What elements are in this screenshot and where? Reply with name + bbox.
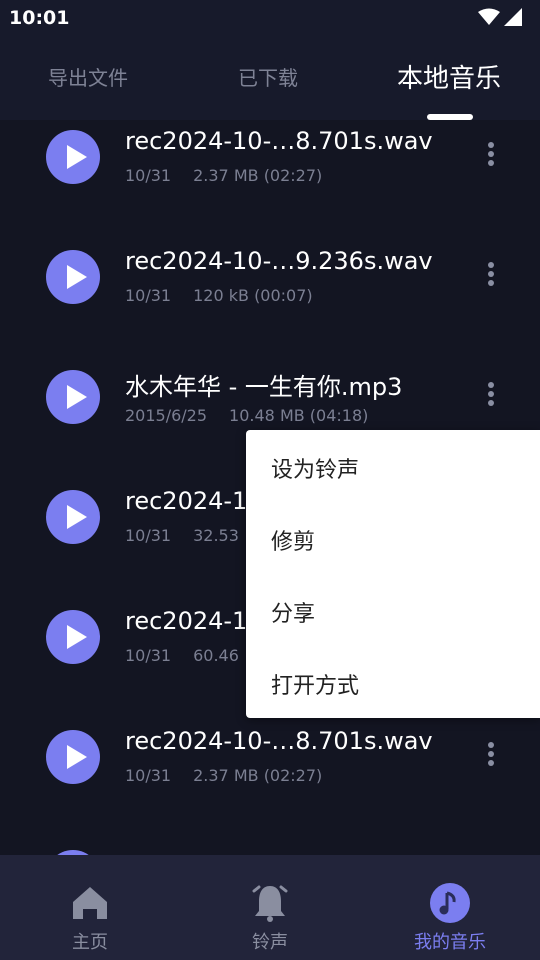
item-meta: 10/31 32.53 xyxy=(125,526,239,545)
item-info: 120 kB (00:07) xyxy=(193,286,313,305)
item-meta: 10/31 2.37 MB (02:27) xyxy=(125,766,322,785)
status-time: 10:01 xyxy=(9,7,70,29)
list-item[interactable]: rec2024-10-…8.701s.wav 10/31 2.37 MB (02:… xyxy=(0,120,540,237)
item-info: 2.37 MB (02:27) xyxy=(193,766,323,785)
item-meta: 10/31 60.46 xyxy=(125,646,239,665)
item-info: 2.37 MB (02:27) xyxy=(193,166,323,185)
system-icons xyxy=(478,8,522,26)
item-date: 10/31 xyxy=(125,766,172,785)
nav-my-music[interactable]: 我的音乐 xyxy=(360,855,540,960)
item-date: 10/31 xyxy=(125,166,172,185)
item-title: rec2024-10-…9.236s.wav xyxy=(125,247,433,275)
item-info: 60.46 xyxy=(193,646,239,665)
play-icon[interactable] xyxy=(46,130,100,184)
item-info: 10.48 MB (04:18) xyxy=(229,406,369,425)
music-note-icon xyxy=(430,883,470,923)
cellular-signal-icon xyxy=(504,8,522,26)
item-meta: 10/31 120 kB (00:07) xyxy=(125,286,313,305)
menu-item-set-ringtone[interactable]: 设为铃声 xyxy=(271,452,359,484)
tab-downloaded[interactable]: 已下载 xyxy=(238,62,298,91)
item-title: 水木年华 - 一生有你.mp3 xyxy=(125,373,403,401)
tab-export-files[interactable]: 导出文件 xyxy=(48,62,128,91)
item-date: 10/31 xyxy=(125,526,172,545)
item-date: 2015/6/25 xyxy=(125,406,208,425)
nav-my-music-label: 我的音乐 xyxy=(414,932,486,953)
play-icon[interactable] xyxy=(46,490,100,544)
item-meta: 10/31 2.37 MB (02:27) xyxy=(125,166,322,185)
more-options-icon[interactable] xyxy=(488,262,496,289)
play-icon[interactable] xyxy=(46,610,100,664)
wifi-icon xyxy=(478,8,500,25)
nav-ringtones[interactable]: 铃声 xyxy=(180,855,360,960)
menu-item-open-with[interactable]: 打开方式 xyxy=(271,668,359,700)
item-title: rec2024-10-…8.701s.wav xyxy=(125,727,433,755)
item-date: 10/31 xyxy=(125,646,172,665)
play-icon[interactable] xyxy=(46,730,100,784)
item-title: rec2024-1( xyxy=(125,607,257,635)
more-options-icon[interactable] xyxy=(488,742,496,769)
top-tabs: 导出文件 已下载 本地音乐 xyxy=(0,38,540,120)
more-options-icon[interactable] xyxy=(488,142,496,169)
menu-item-trim[interactable]: 修剪 xyxy=(271,524,315,556)
play-icon[interactable] xyxy=(46,370,100,424)
tab-local-music[interactable]: 本地音乐 xyxy=(397,58,501,95)
item-title: rec2024-1( xyxy=(125,487,257,515)
nav-home-label: 主页 xyxy=(72,932,108,953)
item-date: 10/31 xyxy=(125,286,172,305)
item-info: 32.53 xyxy=(193,526,239,545)
list-item[interactable]: rec2024-10-…9.236s.wav 10/31 120 kB (00:0… xyxy=(0,237,540,357)
status-bar: 10:01 xyxy=(0,0,540,38)
bell-icon xyxy=(252,885,288,922)
item-meta: 2015/6/25 10.48 MB (04:18) xyxy=(125,406,368,425)
play-icon[interactable] xyxy=(46,250,100,304)
home-icon xyxy=(73,887,107,919)
list-item[interactable]: rec2024-10-…8.701s.wav 10/31 2.37 MB (02:… xyxy=(0,717,540,837)
nav-ringtones-label: 铃声 xyxy=(252,932,288,953)
nav-home[interactable]: 主页 xyxy=(0,855,180,960)
more-options-icon[interactable] xyxy=(488,382,496,409)
item-title: rec2024-10-…8.701s.wav xyxy=(125,127,433,155)
context-menu: 设为铃声 修剪 分享 打开方式 xyxy=(246,430,540,718)
menu-item-share[interactable]: 分享 xyxy=(271,596,315,628)
bottom-navigation: 主页 铃声 我的音乐 xyxy=(0,855,540,960)
